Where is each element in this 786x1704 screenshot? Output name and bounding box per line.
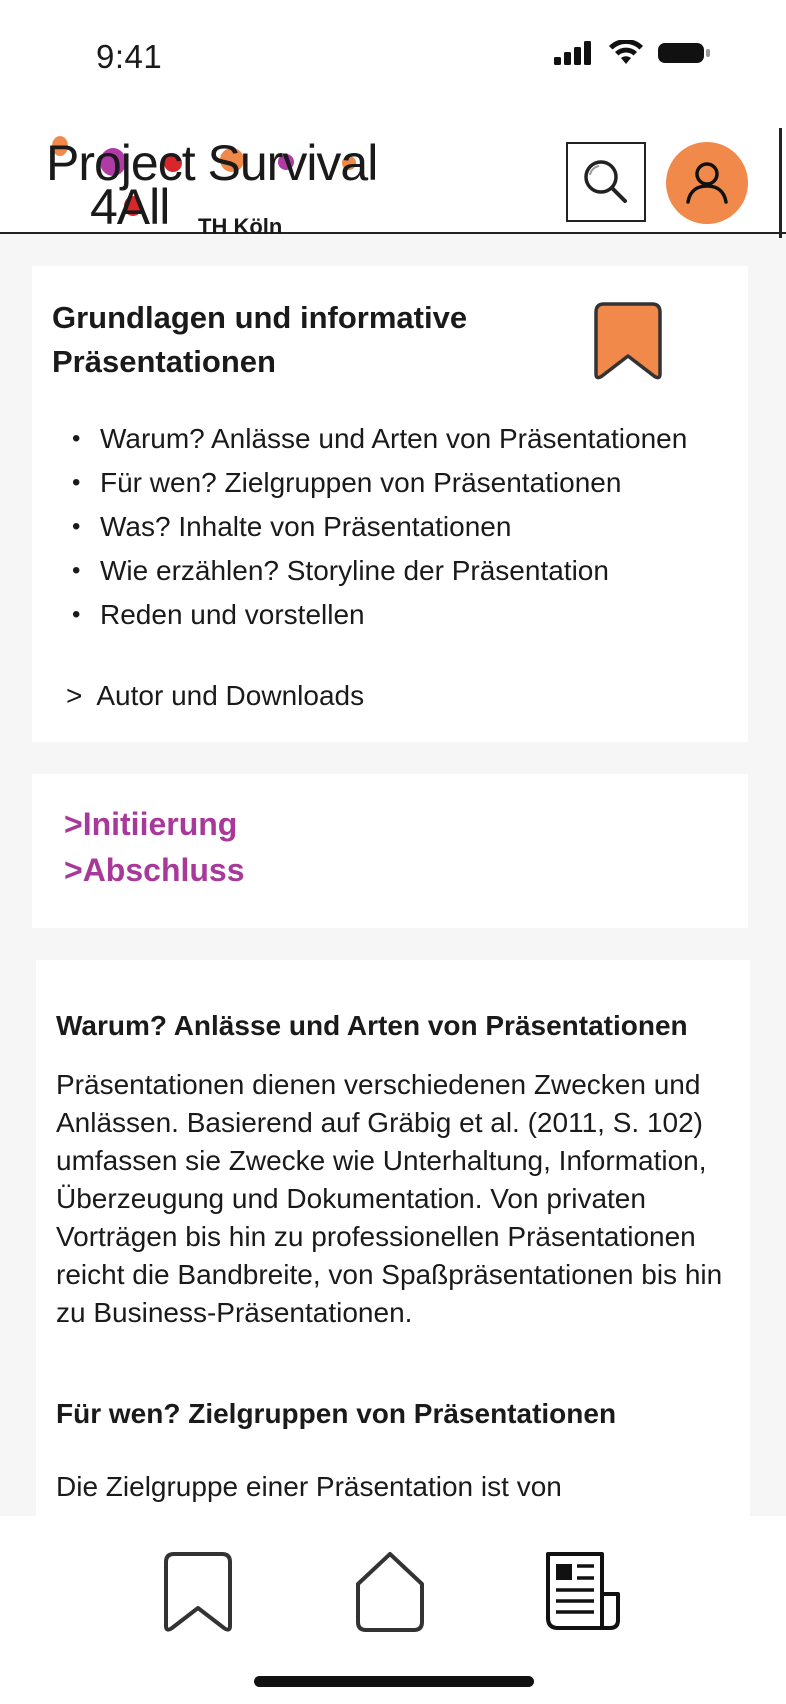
logo-title-line2: 4All (90, 179, 170, 235)
user-icon (686, 162, 728, 204)
logo-subtitle: TH Köln (198, 214, 283, 239)
topic-item[interactable]: Was? Inhalte von Präsentationen (68, 508, 708, 546)
cellular-signal-icon (554, 41, 591, 65)
nav-home[interactable] (352, 1550, 428, 1639)
section-heading: Warum? Anlässe und Arten von Präsentatio… (56, 1010, 688, 1041)
topic-item[interactable]: Für wen? Zielgruppen von Präsentationen (68, 464, 708, 502)
app-header: Project Survival 4All TH Köln (0, 118, 786, 239)
wifi-icon (609, 40, 643, 64)
status-bar: 9:41 (0, 0, 786, 118)
profile-button[interactable] (666, 142, 748, 224)
scroll-indicator[interactable] (779, 128, 782, 238)
topic-list: Warum? Anlässe und Arten von Präsentatio… (68, 420, 708, 640)
topic-item[interactable]: Reden und vorstellen (68, 596, 708, 634)
bookmark-icon (164, 1552, 232, 1632)
search-button[interactable] (566, 142, 646, 222)
chevron-right-icon: > (66, 680, 83, 711)
nav-bookmarks[interactable] (160, 1550, 236, 1639)
home-icon (356, 1552, 424, 1632)
module-title: Grundlagen und informative Präsentatione… (52, 300, 468, 379)
bottom-nav (0, 1516, 786, 1704)
bookmark-icon (594, 302, 662, 380)
nav-articles[interactable] (544, 1550, 622, 1639)
status-icons (554, 40, 712, 66)
section-text: Die Zielgruppe einer Präsentation ist vo… (56, 1471, 562, 1502)
content-card: Warum? Anlässe und Arten von Präsentatio… (36, 960, 750, 1520)
module-card: Grundlagen und informative Präsentatione… (32, 266, 748, 742)
bookmark-button[interactable] (590, 300, 666, 387)
search-icon (584, 160, 627, 203)
author-downloads-link[interactable]: > Autor und Downloads (66, 680, 364, 712)
battery-icon (658, 43, 710, 63)
phase-links-card: >Initiierung >Abschluss (32, 774, 748, 928)
topic-item[interactable]: Wie erzählen? Storyline der Präsentation (68, 552, 708, 590)
app-logo[interactable]: Project Survival 4All TH Köln (46, 134, 406, 239)
author-downloads-label: Autor und Downloads (96, 680, 365, 711)
topic-item[interactable]: Warum? Anlässe und Arten von Präsentatio… (68, 420, 708, 458)
section-heading: Für wen? Zielgruppen von Präsentationen (56, 1398, 617, 1429)
newspaper-icon (546, 1552, 620, 1630)
home-indicator[interactable] (254, 1676, 534, 1687)
section-text: Präsentationen dienen verschiedenen Zwec… (56, 1069, 723, 1328)
link-abschluss[interactable]: >Abschluss (64, 852, 245, 889)
status-time: 9:41 (96, 38, 163, 75)
link-initiierung[interactable]: >Initiierung (64, 806, 237, 843)
